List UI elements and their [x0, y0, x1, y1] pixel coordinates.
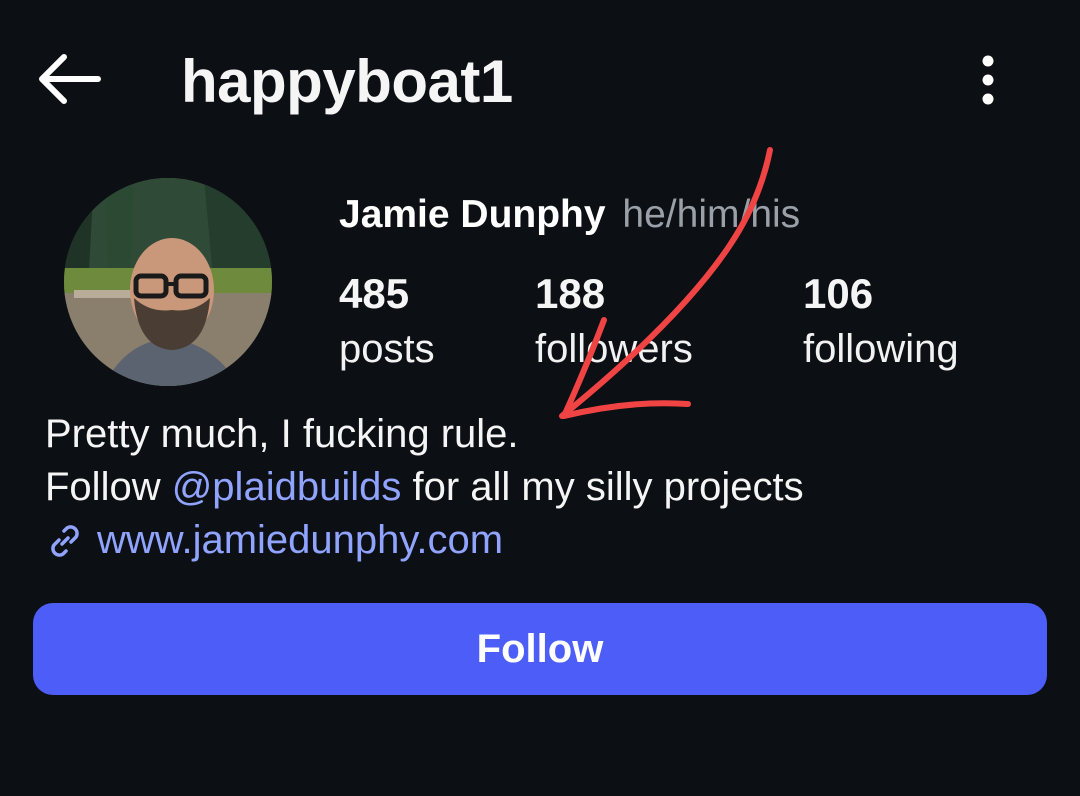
website-link[interactable]: www.jamiedunphy.com — [45, 514, 804, 567]
stat-posts[interactable]: 485 posts — [339, 268, 435, 378]
posts-label: posts — [339, 327, 435, 371]
following-count: 106 — [803, 270, 874, 317]
posts-count: 485 — [339, 270, 410, 317]
mention-link[interactable]: @plaidbuilds — [172, 465, 402, 509]
bio-line-2: Follow @plaidbuilds for all my silly pro… — [45, 461, 804, 514]
top-app-bar: happyboat1 — [0, 0, 1080, 165]
followers-label: followers — [535, 327, 693, 371]
follow-button[interactable]: Follow — [33, 603, 1047, 695]
display-name: Jamie Dunphy — [339, 193, 606, 236]
avatar-photo — [64, 178, 272, 386]
bio-follow-text: Follow — [45, 465, 172, 509]
profile-bio: Pretty much, I fucking rule. Follow @pla… — [45, 408, 804, 567]
avatar[interactable] — [64, 178, 272, 386]
stat-followers[interactable]: 188 followers — [535, 268, 693, 378]
followers-count: 188 — [535, 270, 606, 317]
more-vertical-icon — [982, 55, 994, 105]
back-button[interactable] — [34, 52, 102, 106]
more-options-button[interactable] — [966, 54, 1010, 106]
following-label: following — [803, 327, 959, 371]
bio-suffix-text: for all my silly projects — [401, 465, 804, 509]
link-icon — [51, 524, 79, 557]
stat-following[interactable]: 106 following — [803, 268, 959, 378]
pronouns: he/him/his — [622, 193, 801, 236]
bio-line-1: Pretty much, I fucking rule. — [45, 412, 519, 456]
display-name-row: Jamie Dunphy he/him/his — [339, 190, 800, 240]
website-url: www.jamiedunphy.com — [97, 518, 504, 562]
back-arrow-icon — [39, 54, 101, 104]
profile-username: happyboat1 — [181, 48, 513, 115]
